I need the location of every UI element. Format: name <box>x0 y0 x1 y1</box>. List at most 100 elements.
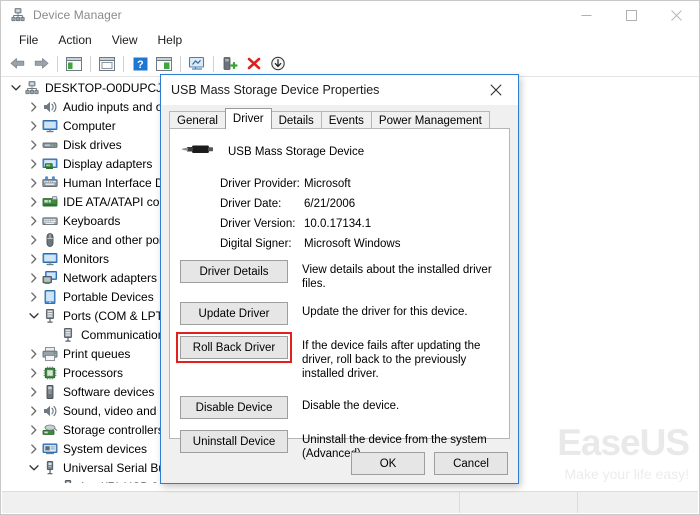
chevron-right-icon[interactable] <box>26 211 42 230</box>
tree-item-label: Disk drives <box>63 137 122 152</box>
device-manager-window: Device Manager File Action View Help ? D… <box>0 0 700 515</box>
disable-device-button[interactable]: Disable Device <box>180 396 288 419</box>
chevron-down-icon[interactable] <box>8 78 24 97</box>
close-icon[interactable] <box>473 75 518 105</box>
update-driver-icon[interactable] <box>218 53 242 75</box>
minimize-icon[interactable] <box>564 1 609 29</box>
monitor-icon <box>42 251 58 267</box>
tree-item-label: Monitors <box>63 251 110 266</box>
info-value: Microsoft <box>304 178 351 190</box>
info-row-digital-signer: Digital Signer: Microsoft Windows <box>220 234 401 254</box>
update-driver-button[interactable]: Update Driver <box>180 302 288 325</box>
menu-item-help[interactable]: Help <box>148 31 193 50</box>
chevron-right-icon[interactable] <box>26 230 42 249</box>
chevron-down-icon[interactable] <box>26 306 42 325</box>
chevron-right-icon[interactable] <box>26 363 42 382</box>
port-icon <box>42 308 58 324</box>
chevron-down-icon[interactable] <box>26 458 42 477</box>
info-value: 6/21/2006 <box>304 198 356 210</box>
usb-plug-icon <box>181 139 215 164</box>
driver-info-list: Driver Provider: Microsoft Driver Date: … <box>220 174 401 254</box>
device-header: USB Mass Storage Device <box>181 139 364 164</box>
status-bar-cell-1 <box>2 492 460 513</box>
tree-item-label: Ports (COM & LPT) <box>63 308 168 323</box>
mouse-icon <box>42 232 58 248</box>
driver-tab-page: USB Mass Storage Device Driver Provider:… <box>169 128 510 460</box>
back-icon[interactable] <box>5 53 29 75</box>
storage-controller-icon <box>42 422 58 438</box>
cancel-button[interactable]: Cancel <box>434 452 508 475</box>
chevron-right-icon[interactable] <box>26 382 42 401</box>
forward-icon[interactable] <box>29 53 53 75</box>
chevron-right-icon[interactable] <box>26 173 42 192</box>
network-adapter-icon <box>42 270 58 286</box>
chevron-right-icon[interactable] <box>26 249 42 268</box>
info-label: Driver Provider: <box>220 178 300 190</box>
tree-item-label: Storage controllers <box>63 422 164 437</box>
info-row-driver-provider: Driver Provider: Microsoft <box>220 174 401 194</box>
software-device-icon <box>42 384 58 400</box>
action-row-update-driver: Update Driver Update the driver for this… <box>180 302 505 325</box>
tree-item-label: Keyboards <box>63 213 121 228</box>
info-value: 10.0.17134.1 <box>304 218 372 230</box>
sound-video-icon <box>42 403 58 419</box>
chevron-right-icon[interactable] <box>26 420 42 439</box>
chevron-right-icon[interactable] <box>26 192 42 211</box>
dialog-footer: OK Cancel <box>161 452 518 475</box>
tree-item-label: DESKTOP-O0DUPCJ <box>45 80 163 95</box>
toolbar-separator <box>90 55 91 72</box>
help-icon[interactable]: ? <box>128 53 152 75</box>
chevron-right-icon[interactable] <box>26 116 42 135</box>
driver-details-button[interactable]: Driver Details <box>180 260 288 283</box>
update-driver-description: Update the driver for this device. <box>302 306 468 318</box>
status-bar-cell-2 <box>460 492 578 513</box>
dialog-title: USB Mass Storage Device Properties <box>171 83 380 97</box>
show-hide-console-tree-icon[interactable] <box>62 53 86 75</box>
chevron-right-icon[interactable] <box>26 344 42 363</box>
uninstall-device-button[interactable]: Uninstall Device <box>180 430 288 453</box>
chevron-right-icon[interactable] <box>26 439 42 458</box>
computer-icon <box>42 118 58 134</box>
chevron-right-icon[interactable] <box>26 401 42 420</box>
chevron-right-icon[interactable] <box>26 97 42 116</box>
ok-button[interactable]: OK <box>351 452 425 475</box>
menu-item-action[interactable]: Action <box>48 31 101 50</box>
device-manager-icon <box>10 7 26 23</box>
ide-controller-icon <box>42 194 58 210</box>
disable-device-description: Disable the device. <box>302 400 400 412</box>
info-label: Driver Version: <box>220 218 296 230</box>
tree-item-label: Portable Devices <box>63 289 154 304</box>
info-value: Microsoft Windows <box>304 238 401 250</box>
tree-item-label: Display adapters <box>63 156 153 171</box>
tree-item-label: Computer <box>63 118 116 133</box>
tree-item-label: Audio inputs and out <box>63 99 173 114</box>
menu-item-file[interactable]: File <box>9 31 48 50</box>
close-icon[interactable] <box>654 1 699 29</box>
tree-item-label: Print queues <box>63 346 131 361</box>
chevron-right-icon[interactable] <box>26 268 42 287</box>
printer-icon <box>42 346 58 362</box>
tree-item-label: Software devices <box>63 384 155 399</box>
toolbar-separator <box>123 55 124 72</box>
properties-icon[interactable] <box>95 53 119 75</box>
maximize-icon[interactable] <box>609 1 654 29</box>
disable-device-icon[interactable] <box>266 53 290 75</box>
menu-item-view[interactable]: View <box>102 31 148 50</box>
show-hide-action-pane-icon[interactable] <box>152 53 176 75</box>
system-device-icon <box>42 441 58 457</box>
dialog-tabstrip: General Driver Details Events Power Mana… <box>169 108 490 130</box>
roll-back-driver-button[interactable]: Roll Back Driver <box>180 336 288 359</box>
chevron-right-icon[interactable] <box>26 135 42 154</box>
chevron-right-icon[interactable] <box>26 287 42 306</box>
disk-drive-icon <box>42 137 58 153</box>
port-icon <box>60 327 76 343</box>
uninstall-device-icon[interactable] <box>242 53 266 75</box>
tree-item-label: System devices <box>63 441 148 456</box>
scan-for-hardware-changes-icon[interactable] <box>185 53 209 75</box>
chevron-right-icon[interactable] <box>26 154 42 173</box>
action-row-driver-details: Driver Details View details about the in… <box>180 260 505 291</box>
tab-driver[interactable]: Driver <box>224 108 272 129</box>
tree-item-label: Processors <box>63 365 124 380</box>
